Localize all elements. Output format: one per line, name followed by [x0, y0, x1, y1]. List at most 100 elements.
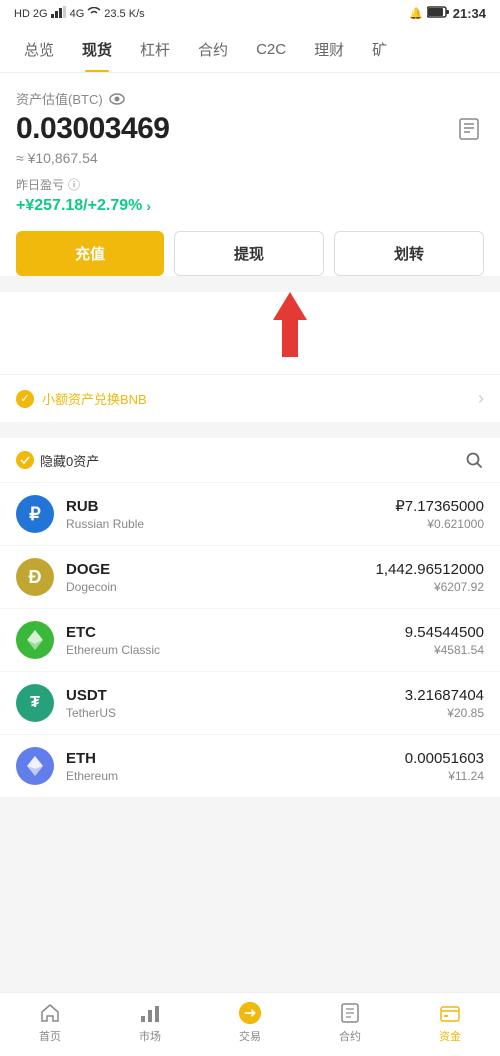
hide-zero-label: 隐藏0资产	[40, 451, 99, 470]
action-buttons: 充值 提现 划转	[16, 231, 484, 276]
btc-value: 0.03003469	[16, 112, 170, 146]
bottom-nav: 首页 市场 交易 合约	[0, 992, 500, 1056]
usdt-info: USDT TetherUS	[66, 687, 405, 720]
etc-amount: 9.54544500	[405, 624, 484, 641]
divider	[0, 430, 500, 438]
pnl-value: +¥257.18/+2.79% ›	[16, 197, 484, 215]
withdraw-button[interactable]: 提现	[174, 231, 324, 276]
tab-finance[interactable]: 理财	[300, 27, 358, 72]
receipt-icon[interactable]	[454, 114, 484, 144]
status-4g: 4G	[70, 8, 85, 20]
asset-label: 资产估值(BTC)	[16, 89, 484, 108]
contract-icon	[338, 1001, 362, 1025]
asset-item-usdt[interactable]: ₮ USDT TetherUS 3.21687404 ¥20.85	[0, 671, 500, 734]
bnb-banner[interactable]: ✓ 小额资产兑换BNB ›	[0, 374, 500, 422]
rub-fullname: Russian Ruble	[66, 517, 395, 531]
doge-fullname: Dogecoin	[66, 580, 376, 594]
usdt-icon: ₮	[16, 684, 54, 722]
etc-fullname: Ethereum Classic	[66, 643, 405, 657]
usdt-cny: ¥20.85	[405, 706, 484, 720]
usdt-symbol: ₮	[30, 694, 40, 712]
etc-info: ETC Ethereum Classic	[66, 624, 405, 657]
rub-amount: ₽7.17365000	[395, 497, 484, 515]
nav-funds[interactable]: 资金	[428, 1001, 472, 1044]
doge-icon: Ð	[16, 558, 54, 596]
nav-tabs: 总览 现货 杠杆 合约 C2C 理财 矿	[0, 27, 500, 73]
status-time: 21:34	[453, 6, 486, 21]
tab-overview[interactable]: 总览	[10, 27, 68, 72]
nav-market-label: 市场	[139, 1028, 161, 1044]
asset-value-row: 0.03003469	[16, 112, 484, 146]
status-left: HD 2G 4G 23.5 K/s	[14, 6, 145, 21]
alarm-icon: 🔔	[409, 7, 423, 20]
asset-item-doge[interactable]: Ð DOGE Dogecoin 1,442.96512000 ¥6207.92	[0, 545, 500, 608]
pnl-label: 昨日盈亏 ⓘ	[16, 176, 484, 193]
rub-cny: ¥0.621000	[395, 517, 484, 531]
pnl-amount: +¥257.18/+2.79%	[16, 197, 142, 215]
usdt-name: USDT	[66, 687, 405, 704]
check-icon	[16, 451, 34, 469]
etc-icon	[16, 621, 54, 659]
status-2g: 2G	[33, 8, 48, 20]
eth-icon	[16, 747, 54, 785]
asset-cny-approx: ≈ ¥10,867.54	[16, 150, 484, 166]
doge-symbol: Ð	[29, 567, 42, 588]
doge-name: DOGE	[66, 561, 376, 578]
market-icon	[138, 1001, 162, 1025]
status-wifi	[87, 7, 101, 20]
asset-item-rub[interactable]: ₽ RUB Russian Ruble ₽7.17365000 ¥0.62100…	[0, 482, 500, 545]
eth-amount: 0.00051603	[405, 750, 484, 767]
etc-symbol	[25, 628, 45, 652]
tab-mining[interactable]: 矿	[358, 27, 401, 72]
rub-name: RUB	[66, 498, 395, 515]
search-icon[interactable]	[464, 450, 484, 470]
etc-amounts: 9.54544500 ¥4581.54	[405, 624, 484, 657]
eth-cny: ¥11.24	[405, 769, 484, 783]
nav-contract[interactable]: 合约	[328, 1001, 372, 1044]
bnb-chevron[interactable]: ›	[478, 388, 484, 409]
eth-fullname: Ethereum	[66, 769, 405, 783]
asset-item-eth[interactable]: ETH Ethereum 0.00051603 ¥11.24	[0, 734, 500, 797]
trade-icon	[238, 1001, 262, 1025]
nav-contract-label: 合约	[339, 1028, 361, 1044]
bnb-text: ✓ 小额资产兑换BNB	[16, 389, 147, 408]
eth-name: ETH	[66, 750, 405, 767]
funds-icon	[438, 1001, 462, 1025]
transfer-button[interactable]: 划转	[334, 231, 484, 276]
cny-value: ¥10,867.54	[28, 150, 98, 166]
hide-zero-toggle[interactable]: 隐藏0资产	[16, 451, 99, 470]
nav-home[interactable]: 首页	[28, 1001, 72, 1044]
arrow-up-svg	[265, 292, 315, 357]
doge-cny: ¥6207.92	[376, 580, 484, 594]
nav-funds-label: 资金	[439, 1028, 461, 1044]
nav-trade[interactable]: 交易	[228, 1001, 272, 1044]
tab-contract[interactable]: 合约	[184, 27, 242, 72]
usdt-amount: 3.21687404	[405, 687, 484, 704]
rub-icon: ₽	[16, 495, 54, 533]
tab-c2c[interactable]: C2C	[242, 29, 300, 70]
pnl-label-text: 昨日盈亏	[16, 176, 64, 193]
nav-trade-label: 交易	[239, 1028, 261, 1044]
home-icon	[38, 1001, 62, 1025]
doge-info: DOGE Dogecoin	[66, 561, 376, 594]
info-icon[interactable]: ⓘ	[68, 176, 80, 193]
status-right: 🔔 21:34	[409, 6, 486, 21]
usdt-amounts: 3.21687404 ¥20.85	[405, 687, 484, 720]
bnb-label: 小额资产兑换BNB	[42, 389, 147, 408]
asset-label-text: 资产估值(BTC)	[16, 89, 103, 108]
pnl-chevron[interactable]: ›	[146, 198, 151, 214]
tab-spot[interactable]: 现货	[68, 27, 126, 72]
status-hd: HD	[14, 8, 30, 20]
status-bar: HD 2G 4G 23.5 K/s 🔔	[0, 0, 500, 27]
status-speed: 23.5 K/s	[104, 8, 144, 20]
tab-leverage[interactable]: 杠杆	[126, 27, 184, 72]
nav-home-label: 首页	[39, 1028, 61, 1044]
asset-item-etc[interactable]: ETC Ethereum Classic 9.54544500 ¥4581.54	[0, 608, 500, 671]
doge-amounts: 1,442.96512000 ¥6207.92	[376, 561, 484, 594]
eye-icon[interactable]	[109, 91, 125, 107]
deposit-button[interactable]: 充值	[16, 231, 164, 276]
eth-symbol	[26, 754, 44, 778]
battery-icon	[427, 6, 449, 21]
eth-info: ETH Ethereum	[66, 750, 405, 783]
nav-market[interactable]: 市场	[128, 1001, 172, 1044]
